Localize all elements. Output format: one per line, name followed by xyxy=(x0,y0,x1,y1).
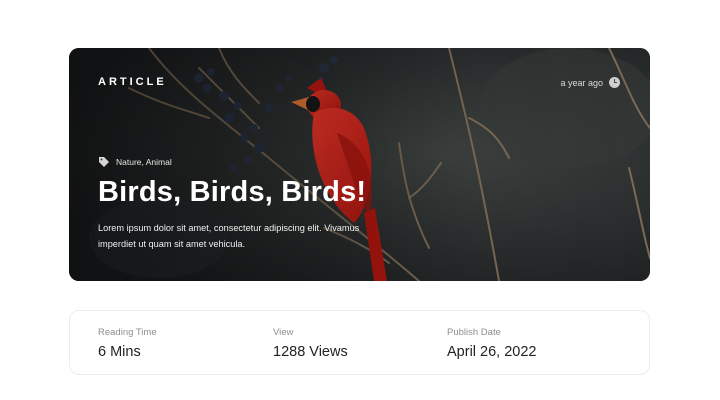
article-hero-card[interactable]: ARTICLE a year ago Nature, Animal Birds,… xyxy=(69,48,650,281)
clock-icon xyxy=(609,77,620,88)
time-ago: a year ago xyxy=(560,77,620,88)
stat-value: 1288 Views xyxy=(273,344,348,360)
stat-label: Reading Time xyxy=(98,327,157,338)
stat-value: 6 Mins xyxy=(98,344,141,360)
stat-value: April 26, 2022 xyxy=(447,344,537,360)
stat-label: Publish Date xyxy=(447,327,501,338)
article-kicker: ARTICLE xyxy=(98,76,167,88)
article-description: Lorem ipsum dolor sit amet, consectetur … xyxy=(98,223,360,249)
stat-reading-time: Reading Time 6 Mins xyxy=(98,327,157,360)
stat-views: View 1288 Views xyxy=(273,327,348,360)
article-title: Birds, Birds, Birds! xyxy=(98,176,367,208)
stat-publish-date: Publish Date April 26, 2022 xyxy=(447,327,536,360)
article-stats-card: Reading Time 6 Mins View 1288 Views Publ… xyxy=(69,310,650,375)
stat-label: View xyxy=(273,327,294,338)
tags-label: Nature, Animal xyxy=(116,157,172,167)
tag-icon xyxy=(99,157,109,167)
article-tags[interactable]: Nature, Animal xyxy=(98,156,172,168)
time-ago-label: a year ago xyxy=(560,77,603,88)
